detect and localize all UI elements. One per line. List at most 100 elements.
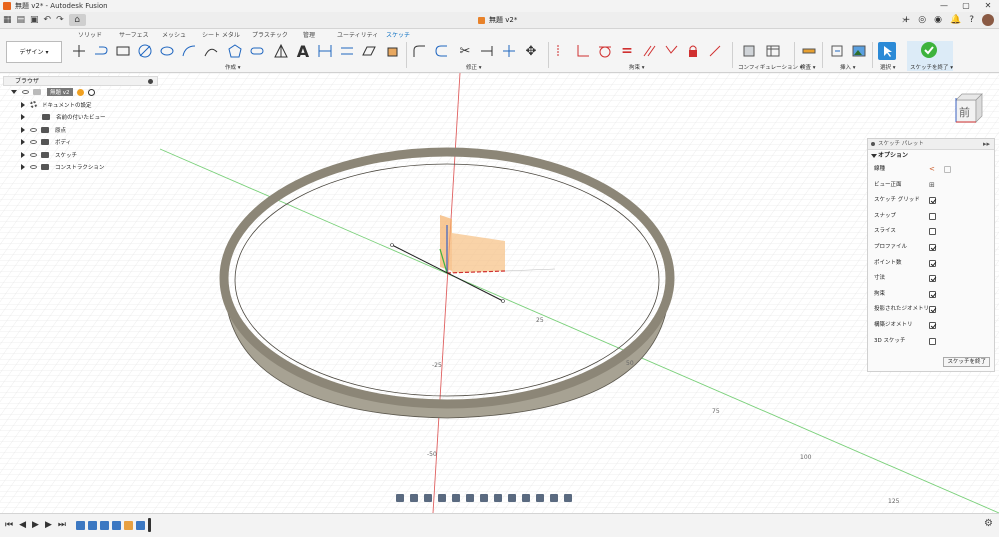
- timeline-first-icon[interactable]: ⏮: [5, 520, 13, 530]
- timeline-previous-icon[interactable]: ◀: [19, 520, 26, 530]
- look-at-icon[interactable]: [410, 494, 418, 502]
- select-group-label[interactable]: 選択 ▾: [880, 63, 896, 71]
- pan-icon[interactable]: [424, 494, 432, 502]
- help-icon[interactable]: ?: [969, 15, 974, 25]
- document-tab[interactable]: 無題 v2* ✕: [478, 15, 908, 25]
- visibility-eye-icon[interactable]: [22, 90, 29, 95]
- tab-solid[interactable]: ソリッド: [78, 30, 102, 39]
- save-icon[interactable]: ▣: [30, 15, 39, 25]
- timeline-next-icon[interactable]: ▶: [45, 520, 52, 530]
- insert-group-label[interactable]: 挿入 ▾: [840, 63, 856, 71]
- browser-options-icon[interactable]: [148, 79, 153, 84]
- panel-expand-icon[interactable]: ▸▸: [983, 139, 990, 150]
- look-at-icon[interactable]: ⊞: [929, 181, 935, 190]
- timeline-settings-icon[interactable]: ⚙: [984, 518, 993, 529]
- spline-tool-icon[interactable]: [92, 42, 110, 60]
- timeline-last-icon[interactable]: ⏭: [58, 520, 66, 530]
- equal-constraint-icon[interactable]: =: [618, 42, 636, 60]
- fix-constraint-icon[interactable]: [552, 42, 570, 60]
- projected-geometry-checkbox[interactable]: [929, 306, 936, 314]
- maximize-button[interactable]: ▢: [955, 0, 977, 12]
- activate-component-icon[interactable]: [76, 88, 84, 96]
- project-tool-icon[interactable]: [360, 42, 378, 60]
- constraints-group-label[interactable]: 拘束 ▾: [629, 63, 645, 71]
- points-checkbox[interactable]: [929, 259, 936, 267]
- tangent-constraint-icon[interactable]: [596, 42, 614, 60]
- fit-point-spline-icon[interactable]: [338, 42, 356, 60]
- viewcube[interactable]: 前: [948, 90, 984, 126]
- environment-icon[interactable]: [508, 494, 516, 502]
- timeline-play-icon[interactable]: ▶: [32, 520, 39, 530]
- rectangle-tool-icon[interactable]: [114, 42, 132, 60]
- profile-checkbox[interactable]: [929, 243, 936, 251]
- browser-item[interactable]: コンストラクション: [3, 161, 158, 174]
- timeline-marker[interactable]: [148, 518, 151, 532]
- horizontal-vertical-constraint-icon[interactable]: [574, 42, 592, 60]
- grid-snap-icon[interactable]: [480, 494, 488, 502]
- expand-arrow-icon[interactable]: [21, 151, 25, 158]
- tab-mesh[interactable]: メッシュ: [162, 30, 186, 39]
- construction-geometry-checkbox[interactable]: [929, 321, 936, 329]
- visibility-eye-icon[interactable]: [30, 140, 37, 145]
- tab-plastic[interactable]: プラスチック: [252, 30, 288, 39]
- finish-sketch-check-icon[interactable]: [920, 41, 938, 59]
- ground-shadow-icon[interactable]: [564, 494, 572, 502]
- parallel-constraint-icon[interactable]: [640, 42, 658, 60]
- orbit-icon[interactable]: [396, 494, 404, 502]
- tab-utilities[interactable]: ユーティリティ: [337, 30, 378, 39]
- dimensions-checkbox[interactable]: [929, 275, 936, 283]
- options-section-header[interactable]: オプション: [868, 150, 994, 162]
- lock-constraint-icon[interactable]: [684, 42, 702, 60]
- visibility-eye-icon[interactable]: [30, 165, 37, 170]
- finish-sketch-button[interactable]: スケッチを終了: [943, 357, 990, 367]
- sketch-line-endpoint[interactable]: [390, 243, 394, 247]
- timeline-sketch-feature-icon[interactable]: [100, 520, 109, 530]
- text-tool-icon[interactable]: A: [294, 42, 312, 61]
- sketch-line-endpoint[interactable]: [501, 299, 505, 303]
- conic-tool-icon[interactable]: [202, 42, 220, 60]
- timeline-extrude-feature-icon[interactable]: [112, 520, 121, 530]
- midpoint-constraint-icon[interactable]: [706, 42, 724, 60]
- timeline-extrude-feature-icon[interactable]: [88, 520, 97, 530]
- measure-icon[interactable]: [800, 42, 818, 60]
- modify-group-label[interactable]: 修正 ▾: [466, 63, 482, 71]
- expand-arrow-icon[interactable]: [11, 90, 17, 95]
- viewcube-face-label[interactable]: 前: [959, 105, 970, 119]
- mirror-tool-icon[interactable]: [272, 42, 290, 60]
- zoom-window-icon[interactable]: [452, 494, 460, 502]
- configure-group-label[interactable]: コンフィギュレーション ▾: [738, 63, 803, 71]
- timeline-sketch-feature-icon[interactable]: [76, 520, 85, 530]
- file-menu-icon[interactable]: ▤: [17, 15, 26, 25]
- 3d-sketch-checkbox[interactable]: [929, 337, 936, 345]
- timeline-sketch-feature-icon[interactable]: [136, 520, 145, 530]
- snap-checkbox[interactable]: [929, 212, 936, 220]
- close-button[interactable]: ✕: [977, 0, 999, 12]
- minimize-button[interactable]: —: [933, 0, 955, 12]
- browser-item[interactable]: ボディ: [3, 136, 158, 149]
- object-visibility-icon[interactable]: [536, 494, 544, 502]
- construction-linetype-icon[interactable]: <: [929, 165, 935, 174]
- visibility-eye-icon[interactable]: [30, 152, 37, 157]
- ellipse-tool-icon[interactable]: [158, 42, 176, 60]
- undo-icon[interactable]: ↶: [44, 15, 52, 25]
- fillet-tool-icon[interactable]: [410, 42, 428, 60]
- sketch-palette-header[interactable]: スケッチ パレット ▸▸: [868, 139, 994, 150]
- expand-arrow-icon[interactable]: [21, 114, 25, 121]
- tab-sheet-metal[interactable]: シート メタル: [202, 30, 240, 39]
- extend-tool-icon[interactable]: [478, 42, 496, 60]
- constraints-checkbox[interactable]: [929, 290, 936, 298]
- data-panel-grid-icon[interactable]: ▦: [3, 15, 12, 25]
- browser-item[interactable]: ドキュメントの設定: [3, 99, 158, 112]
- expand-arrow-icon[interactable]: [21, 126, 25, 133]
- home-icon[interactable]: ⌂: [68, 14, 86, 26]
- polygon-tool-icon[interactable]: [226, 42, 244, 60]
- expand-arrow-icon[interactable]: [21, 164, 25, 171]
- notifications-icon[interactable]: 🔔: [950, 15, 961, 25]
- trim-tool-icon[interactable]: ✂: [456, 42, 474, 60]
- workspace-dropdown[interactable]: デザイン ▾: [6, 41, 62, 63]
- extensions-icon[interactable]: ◎: [918, 15, 926, 25]
- effects-icon[interactable]: [522, 494, 530, 502]
- slice-checkbox[interactable]: [929, 228, 936, 236]
- display-settings-icon[interactable]: [466, 494, 474, 502]
- tab-manage[interactable]: 管理: [303, 30, 315, 39]
